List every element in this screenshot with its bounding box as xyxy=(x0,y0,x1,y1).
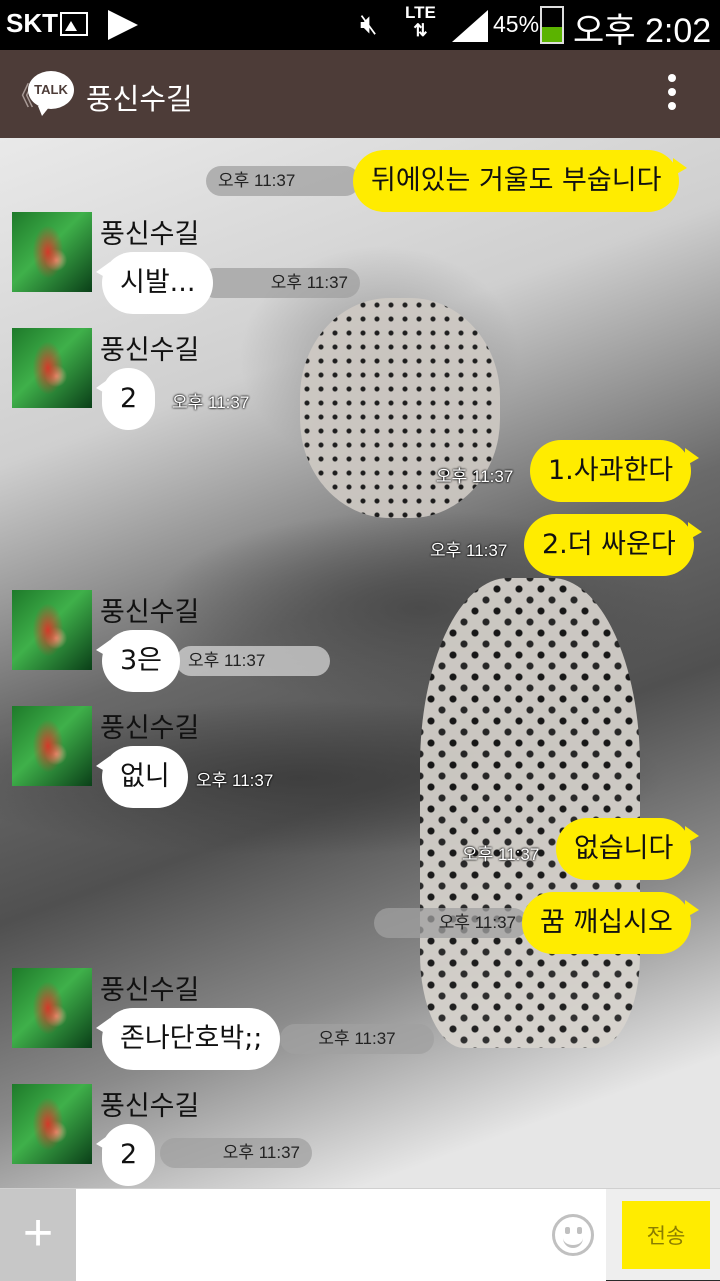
avatar[interactable] xyxy=(12,212,92,292)
message-bubble-incoming[interactable]: 시발... xyxy=(95,252,214,314)
sender-name: 풍신수길 xyxy=(100,597,200,628)
avatar[interactable] xyxy=(12,328,92,408)
avatar[interactable] xyxy=(12,590,92,670)
talk-logo-icon: TALK xyxy=(28,71,74,116)
message-input-bar: + 전송 xyxy=(0,1188,720,1281)
clock: 오후 2:02 xyxy=(573,12,712,50)
message-row-outgoing: 오후 11:37 2.더 싸운다 xyxy=(0,514,720,576)
chat-title: 풍신수길 xyxy=(86,82,193,116)
message-time: 오후 11:37 xyxy=(206,166,360,196)
message-time: 오후 11:37 xyxy=(462,845,540,864)
avatar[interactable] xyxy=(12,968,92,1048)
message-bubble-outgoing[interactable]: 뒤에있는 거울도 부숩니다 xyxy=(353,150,688,212)
chat-header: 《 TALK 풍신수길 xyxy=(0,50,720,138)
play-icon xyxy=(108,10,138,40)
chat-area[interactable]: 오후 11:37 뒤에있는 거울도 부숩니다 풍신수길 오후 11:37 시발.… xyxy=(0,138,720,1188)
message-row-incoming: 풍신수길 오후 11:37 2 xyxy=(0,328,720,430)
attach-plus-button[interactable]: + xyxy=(0,1189,76,1281)
sender-name: 풍신수길 xyxy=(100,335,200,366)
emoticon-icon[interactable] xyxy=(552,1214,594,1256)
message-bubble-outgoing[interactable]: 2.더 싸운다 xyxy=(524,514,702,576)
message-time: 오후 11:37 xyxy=(200,268,360,298)
message-input[interactable] xyxy=(76,1189,606,1281)
message-time: 오후 11:37 xyxy=(196,771,274,790)
sender-name: 풍신수길 xyxy=(100,713,200,744)
message-row-outgoing: 오후 11:37 꿈 깨십시오 xyxy=(0,892,720,954)
message-bubble-incoming[interactable]: 없니 xyxy=(96,746,188,808)
message-row-incoming: 풍신수길 오후 11:37 2 xyxy=(0,1084,720,1186)
sender-name: 풍신수길 xyxy=(100,975,200,1006)
message-row-incoming: 풍신수길 오후 11:37 없니 xyxy=(0,706,720,808)
message-bubble-incoming[interactable]: 2 xyxy=(95,368,156,430)
send-button[interactable]: 전송 xyxy=(622,1201,710,1269)
message-bubble-outgoing[interactable]: 꿈 깨십시오 xyxy=(522,892,699,954)
avatar[interactable] xyxy=(12,706,92,786)
message-time: 오후 11:37 xyxy=(160,1138,312,1168)
message-bubble-outgoing[interactable]: 없습니다 xyxy=(556,818,700,880)
message-bubble-incoming[interactable]: 존나단호박;; xyxy=(95,1008,281,1070)
message-row-incoming: 풍신수길 오후 11:37 시발... xyxy=(0,212,720,328)
sender-name: 풍신수길 xyxy=(100,1091,200,1122)
message-row-incoming: 풍신수길 오후 11:37 존나단호박;; xyxy=(0,968,720,1078)
status-bar: SKT 🔇︎ LTE ⇅ 45% 오후 2:02 xyxy=(0,0,720,50)
message-row-outgoing: 오후 11:37 1.사과한다 xyxy=(0,440,720,502)
message-row-outgoing: 오후 11:37 뒤에있는 거울도 부숩니다 xyxy=(0,150,720,212)
message-time: 오후 11:37 xyxy=(374,908,528,938)
avatar[interactable] xyxy=(12,1084,92,1164)
message-row-outgoing: 오후 11:37 없습니다 xyxy=(0,818,720,880)
more-menu-icon[interactable] xyxy=(667,74,677,114)
message-time: 오후 11:37 xyxy=(430,541,508,560)
network-label: LTE ⇅ xyxy=(405,3,436,40)
message-bubble-outgoing[interactable]: 1.사과한다 xyxy=(530,440,700,502)
battery-percent: 45% xyxy=(493,11,540,37)
message-time: 오후 11:37 xyxy=(176,646,330,676)
mute-icon: 🔇︎ xyxy=(360,8,378,39)
message-bubble-incoming[interactable]: 2 xyxy=(95,1124,156,1186)
message-time: 오후 11:37 xyxy=(436,467,514,486)
sender-name: 풍신수길 xyxy=(100,219,200,250)
message-row-incoming: 풍신수길 오후 11:37 3은 xyxy=(0,590,720,700)
message-time: 오후 11:37 xyxy=(280,1024,434,1054)
message-time: 오후 11:37 xyxy=(172,393,250,412)
signal-icon xyxy=(452,10,488,42)
battery-icon xyxy=(540,6,564,44)
message-bubble-incoming[interactable]: 3은 xyxy=(95,630,181,692)
carrier-label: SKT xyxy=(6,8,58,38)
photo-icon xyxy=(60,12,88,36)
